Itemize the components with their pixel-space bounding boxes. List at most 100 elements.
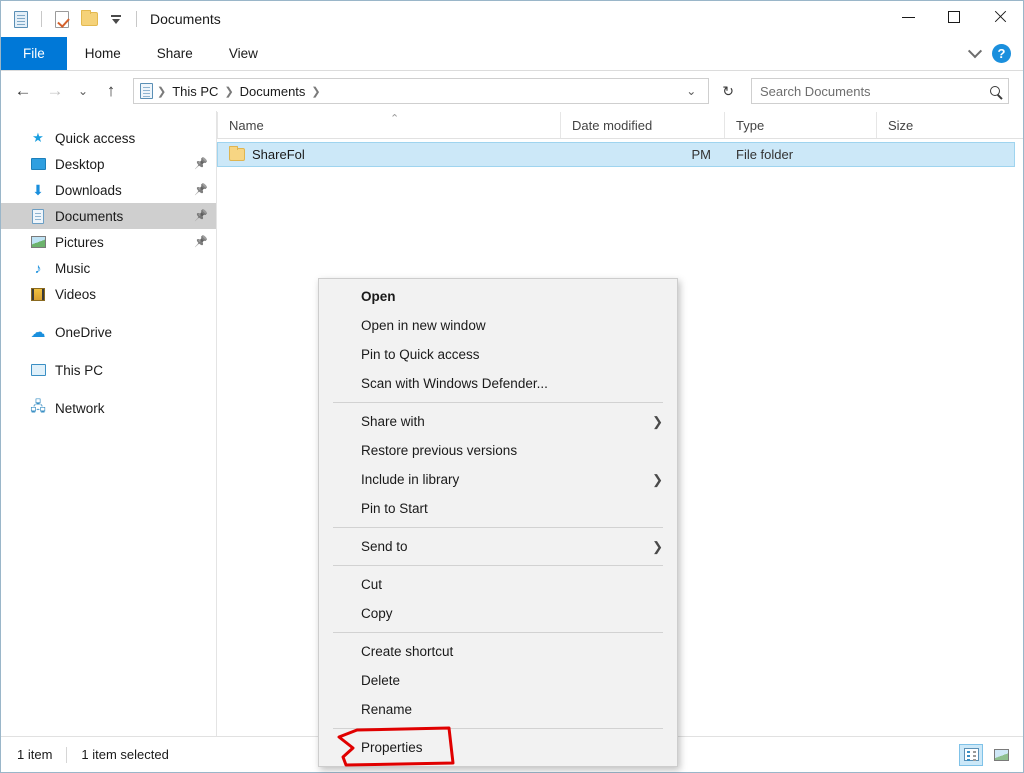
search-placeholder: Search Documents — [760, 83, 871, 99]
menu-item-properties[interactable]: Properties — [319, 733, 677, 762]
sidebar-item-quick-access[interactable]: ★ Quick access — [1, 125, 216, 151]
documents-folder-icon — [140, 83, 153, 99]
menu-item-label: Share with — [361, 414, 425, 429]
breadcrumb-this-pc[interactable]: This PC — [167, 84, 223, 99]
sidebar-item-pictures[interactable]: Pictures — [1, 229, 216, 255]
downloads-icon: ⬇ — [32, 181, 44, 198]
menu-item-send-to[interactable]: Send to ❯ — [319, 532, 677, 561]
ribbon-right-controls: ? — [967, 37, 1023, 70]
tab-file[interactable]: File — [1, 37, 67, 70]
pin-icon — [195, 237, 206, 248]
menu-separator — [333, 527, 663, 528]
status-divider — [66, 746, 68, 763]
column-header-date-modified[interactable]: Date modified — [560, 112, 724, 138]
chevron-down-icon[interactable] — [967, 43, 983, 58]
toolbar-divider-2 — [136, 11, 137, 27]
address-bar: ← → ⌄ ↑ ❯ This PC ❯ Documents ❯ ⌄ ↻ Sear… — [1, 71, 1023, 111]
network-icon: 🖧 — [30, 398, 46, 414]
menu-item-copy[interactable]: Copy — [319, 599, 677, 628]
breadcrumb-separator-1: ❯ — [224, 85, 234, 98]
menu-item-include-in-library[interactable]: Include in library ❯ — [319, 465, 677, 494]
chevron-right-icon: ❯ — [652, 413, 663, 429]
menu-item-create-shortcut[interactable]: Create shortcut — [319, 637, 677, 666]
back-button[interactable]: ← — [9, 77, 37, 105]
menu-item-share-with[interactable]: Share with ❯ — [319, 407, 677, 436]
breadcrumb-documents[interactable]: Documents — [235, 84, 311, 99]
sidebar-gap-3 — [1, 383, 216, 395]
column-header-size[interactable]: Size — [876, 112, 980, 138]
tab-share[interactable]: Share — [139, 37, 211, 70]
quick-access-toolbar — [11, 9, 140, 29]
check-document-icon[interactable] — [52, 9, 72, 29]
column-header-type[interactable]: Type — [724, 112, 876, 138]
cell-name: ShareFol — [218, 146, 561, 162]
minimize-button[interactable] — [885, 1, 931, 33]
sidebar-item-documents[interactable]: Documents — [1, 203, 216, 229]
file-explorer-window: Documents File Home Share View ? ← → ⌄ ↑… — [0, 0, 1024, 773]
menu-item-pin-to-start[interactable]: Pin to Start — [319, 494, 677, 523]
sidebar-item-desktop[interactable]: Desktop — [1, 151, 216, 177]
sidebar-gap-2 — [1, 345, 216, 357]
cell-type: File folder — [736, 147, 794, 162]
toolbar-divider — [41, 11, 42, 27]
file-name: ShareFol — [252, 147, 305, 162]
sidebar-item-network[interactable]: 🖧 Network — [1, 395, 216, 421]
up-button[interactable]: ↑ — [97, 77, 125, 105]
close-button[interactable] — [977, 1, 1023, 33]
maximize-button[interactable] — [931, 1, 977, 33]
menu-item-label: Send to — [361, 539, 408, 554]
tab-view[interactable]: View — [211, 37, 276, 70]
sort-ascending-icon: ⌃ — [390, 113, 400, 125]
tab-home[interactable]: Home — [67, 37, 139, 70]
menu-separator — [333, 402, 663, 403]
title-bar: Documents — [1, 1, 1023, 37]
menu-item-restore-previous-versions[interactable]: Restore previous versions — [319, 436, 677, 465]
ribbon-tabs: File Home Share View ? — [1, 37, 1023, 71]
window-title: Documents — [150, 11, 221, 27]
new-folder-icon[interactable] — [79, 9, 99, 29]
sidebar-item-onedrive[interactable]: ☁ OneDrive — [1, 319, 216, 345]
refresh-icon[interactable]: ↻ — [717, 83, 739, 100]
sidebar-item-label: Quick access — [55, 130, 136, 146]
menu-item-cut[interactable]: Cut — [319, 570, 677, 599]
menu-separator — [333, 632, 663, 633]
menu-item-open-in-new-window[interactable]: Open in new window — [319, 311, 677, 340]
sidebar-item-this-pc[interactable]: This PC — [1, 357, 216, 383]
sidebar-item-label: Pictures — [55, 234, 104, 250]
sidebar-item-downloads[interactable]: ⬇ Downloads — [1, 177, 216, 203]
music-icon: ♪ — [34, 260, 42, 276]
pictures-icon — [29, 236, 47, 248]
customize-toolbar-icon[interactable] — [106, 9, 126, 29]
menu-item-open[interactable]: Open — [319, 282, 677, 311]
menu-item-scan-with-windows-defender[interactable]: Scan with Windows Defender... — [319, 369, 677, 398]
menu-item-pin-to-quick-access[interactable]: Pin to Quick access — [319, 340, 677, 369]
menu-item-delete[interactable]: Delete — [319, 666, 677, 695]
desktop-icon — [29, 158, 47, 170]
table-row[interactable]: ShareFol PM File folder — [217, 142, 1015, 167]
properties-icon[interactable] — [11, 9, 31, 29]
breadcrumb-separator-2: ❯ — [311, 85, 321, 98]
this-pc-icon — [29, 364, 47, 376]
sidebar-item-videos[interactable]: Videos — [1, 281, 216, 307]
menu-item-label: Include in library — [361, 472, 460, 487]
menu-separator — [333, 728, 663, 729]
sidebar-item-music[interactable]: ♪ Music — [1, 255, 216, 281]
pin-icon — [195, 159, 206, 170]
details-view-button[interactable] — [959, 743, 983, 766]
large-icons-view-button[interactable] — [989, 744, 1013, 766]
star-icon: ★ — [32, 130, 44, 145]
breadcrumb-dropdown-icon[interactable]: ⌄ — [680, 84, 702, 98]
menu-item-rename[interactable]: Rename — [319, 695, 677, 724]
search-input[interactable]: Search Documents — [751, 78, 1009, 104]
search-icon[interactable] — [990, 86, 1000, 96]
forward-button[interactable]: → — [41, 77, 69, 105]
recent-locations-button[interactable]: ⌄ — [73, 77, 93, 105]
folder-icon — [229, 146, 245, 161]
column-header-name[interactable]: Name — [217, 112, 560, 138]
menu-separator — [333, 565, 663, 566]
help-icon[interactable]: ? — [992, 44, 1011, 63]
breadcrumb[interactable]: ❯ This PC ❯ Documents ❯ ⌄ — [133, 78, 710, 104]
chevron-right-icon: ❯ — [652, 471, 663, 487]
column-headers: ⌃ Name Date modified Type Size — [217, 111, 1023, 139]
